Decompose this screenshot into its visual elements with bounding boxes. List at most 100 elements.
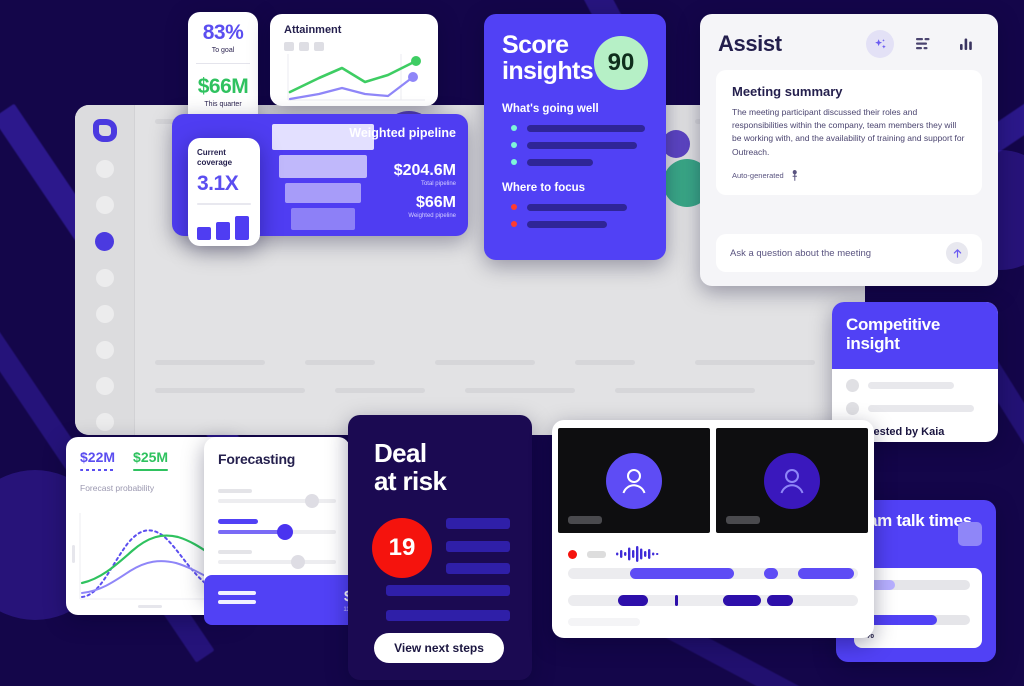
- slider-knob[interactable]: [291, 555, 306, 569]
- send-arrow-icon[interactable]: [946, 242, 968, 264]
- timeline-segment: [723, 595, 761, 606]
- participant-tile-1[interactable]: [558, 428, 710, 533]
- sparkle-icon[interactable]: [866, 30, 894, 58]
- slider-knob[interactable]: [305, 494, 320, 508]
- coverage-label: Current coverage: [197, 148, 233, 167]
- score-section-focus: Where to focus: [502, 181, 586, 194]
- deal-risk-count: 19: [372, 518, 432, 578]
- nav-dot-4[interactable]: [95, 269, 114, 287]
- score-bullet: [502, 141, 648, 149]
- timeline-segment: [675, 595, 678, 606]
- placeholder-lines: [218, 591, 256, 609]
- assist-title: Assist: [718, 31, 782, 56]
- score-badge: 90: [594, 36, 648, 90]
- audio-waveform-icon: [616, 546, 659, 562]
- pipeline-title: Weighted pipeline: [349, 126, 456, 140]
- forecasting-slider-2[interactable]: [218, 519, 336, 540]
- talk-bar-track: [866, 615, 970, 625]
- slider-fill: [218, 530, 286, 534]
- forecasting-card: Forecasting $25M 110% to target: [204, 437, 414, 625]
- list-icon[interactable]: [909, 30, 937, 58]
- speaker-timeline-2[interactable]: [568, 595, 858, 606]
- pipeline-total-value: $204.6M: [393, 162, 456, 179]
- deal-title-line1: Deal: [374, 438, 427, 468]
- insight-row: [832, 369, 998, 393]
- score-bullet: [502, 158, 648, 166]
- bar: [235, 216, 249, 240]
- bar: [197, 227, 211, 240]
- divider: [196, 63, 250, 64]
- slider-label: [218, 550, 252, 554]
- goal-card: 83% To goal $66M This quarter: [188, 12, 258, 130]
- bar: [216, 222, 230, 240]
- attainment-card: Attainment: [270, 14, 438, 106]
- score-bullet: [502, 124, 648, 132]
- score-bullet: [502, 203, 648, 211]
- placeholder-bar: [527, 220, 607, 228]
- nav-dot-5[interactable]: [95, 305, 114, 323]
- ask-question-input[interactable]: Ask a question about the meeting: [716, 234, 982, 272]
- talk-percent-two: %: [866, 630, 875, 640]
- view-next-steps-button[interactable]: View next steps: [374, 633, 504, 663]
- nav-dot-1[interactable]: [95, 160, 114, 178]
- coverage-card: Current coverage 3.1X: [188, 138, 260, 246]
- forecasting-slider-1[interactable]: [218, 489, 336, 508]
- bullet-dot-icon: [511, 204, 517, 210]
- screenshot-root: 83% To goal $66M This quarter Attainment: [0, 0, 1024, 686]
- participant-name-placeholder: [568, 516, 602, 524]
- nav-dot-8[interactable]: [95, 413, 114, 431]
- slider-knob[interactable]: [277, 524, 294, 540]
- slider-label: [218, 519, 258, 524]
- tab-underline: [133, 469, 169, 471]
- bullet-dot-icon: [511, 142, 517, 148]
- timeline-segment: [630, 568, 734, 579]
- placeholder-bar: [386, 585, 510, 596]
- deal-at-risk-title: Deal at risk: [348, 415, 532, 495]
- slider-track[interactable]: [218, 494, 336, 508]
- slider-label: [218, 489, 252, 493]
- timeline-segment: [767, 595, 793, 606]
- placeholder-bar: [868, 382, 954, 390]
- deal-title-line2: at risk: [374, 466, 447, 497]
- participant-tile-2[interactable]: [716, 428, 868, 533]
- dashboard-sidebar-rail[interactable]: [75, 105, 135, 435]
- goal-amount: $66M: [197, 75, 249, 98]
- talk-percent-one: %: [866, 595, 970, 605]
- forecast-tab-low[interactable]: $22M: [80, 449, 116, 471]
- speaker-timeline-1[interactable]: [568, 568, 858, 579]
- slider-track[interactable]: [218, 555, 336, 569]
- forecasting-slider-3[interactable]: [218, 550, 336, 569]
- goal-amount-label: This quarter: [204, 101, 242, 108]
- tab-underline: [80, 469, 116, 471]
- attainment-chart: [287, 54, 425, 101]
- goal-percent-label: To goal: [211, 47, 235, 54]
- placeholder-bar: [527, 203, 627, 211]
- meeting-summary-title: Meeting summary: [732, 84, 843, 99]
- nav-dot-active[interactable]: [95, 232, 114, 251]
- pin-icon: [792, 169, 797, 181]
- score-section-well: What's going well: [502, 102, 599, 115]
- auto-generated-row: Auto-generated: [732, 169, 966, 181]
- nav-dot-7[interactable]: [95, 377, 114, 395]
- logo-mark-icon: [92, 119, 117, 142]
- nav-dot-2[interactable]: [95, 196, 114, 214]
- forecast-tab-high[interactable]: $25M: [133, 449, 169, 471]
- divider: [197, 203, 251, 205]
- nav-dot-6[interactable]: [95, 341, 114, 359]
- coverage-bar-chart: [197, 216, 251, 240]
- ask-placeholder: Ask a question about the meeting: [730, 247, 872, 259]
- slider-track[interactable]: [218, 524, 336, 540]
- timeline-segment: [798, 568, 854, 579]
- bullet-dot-icon: [511, 125, 517, 131]
- competitive-insight-title: Competitive insight: [846, 315, 940, 353]
- bar-chart-icon[interactable]: [952, 30, 980, 58]
- timeline-segment: [764, 568, 778, 579]
- record-dot-icon: [568, 549, 577, 559]
- pipeline-weighted-value: $66M: [415, 194, 456, 211]
- score-insights-card: Score insights 90 What's going well Wher…: [484, 14, 666, 260]
- talk-bar-track: [866, 580, 970, 590]
- insight-row: [832, 392, 998, 416]
- participant-avatar: [764, 452, 820, 509]
- placeholder-bar: [446, 541, 510, 552]
- attainment-legend-swatches: [270, 36, 438, 51]
